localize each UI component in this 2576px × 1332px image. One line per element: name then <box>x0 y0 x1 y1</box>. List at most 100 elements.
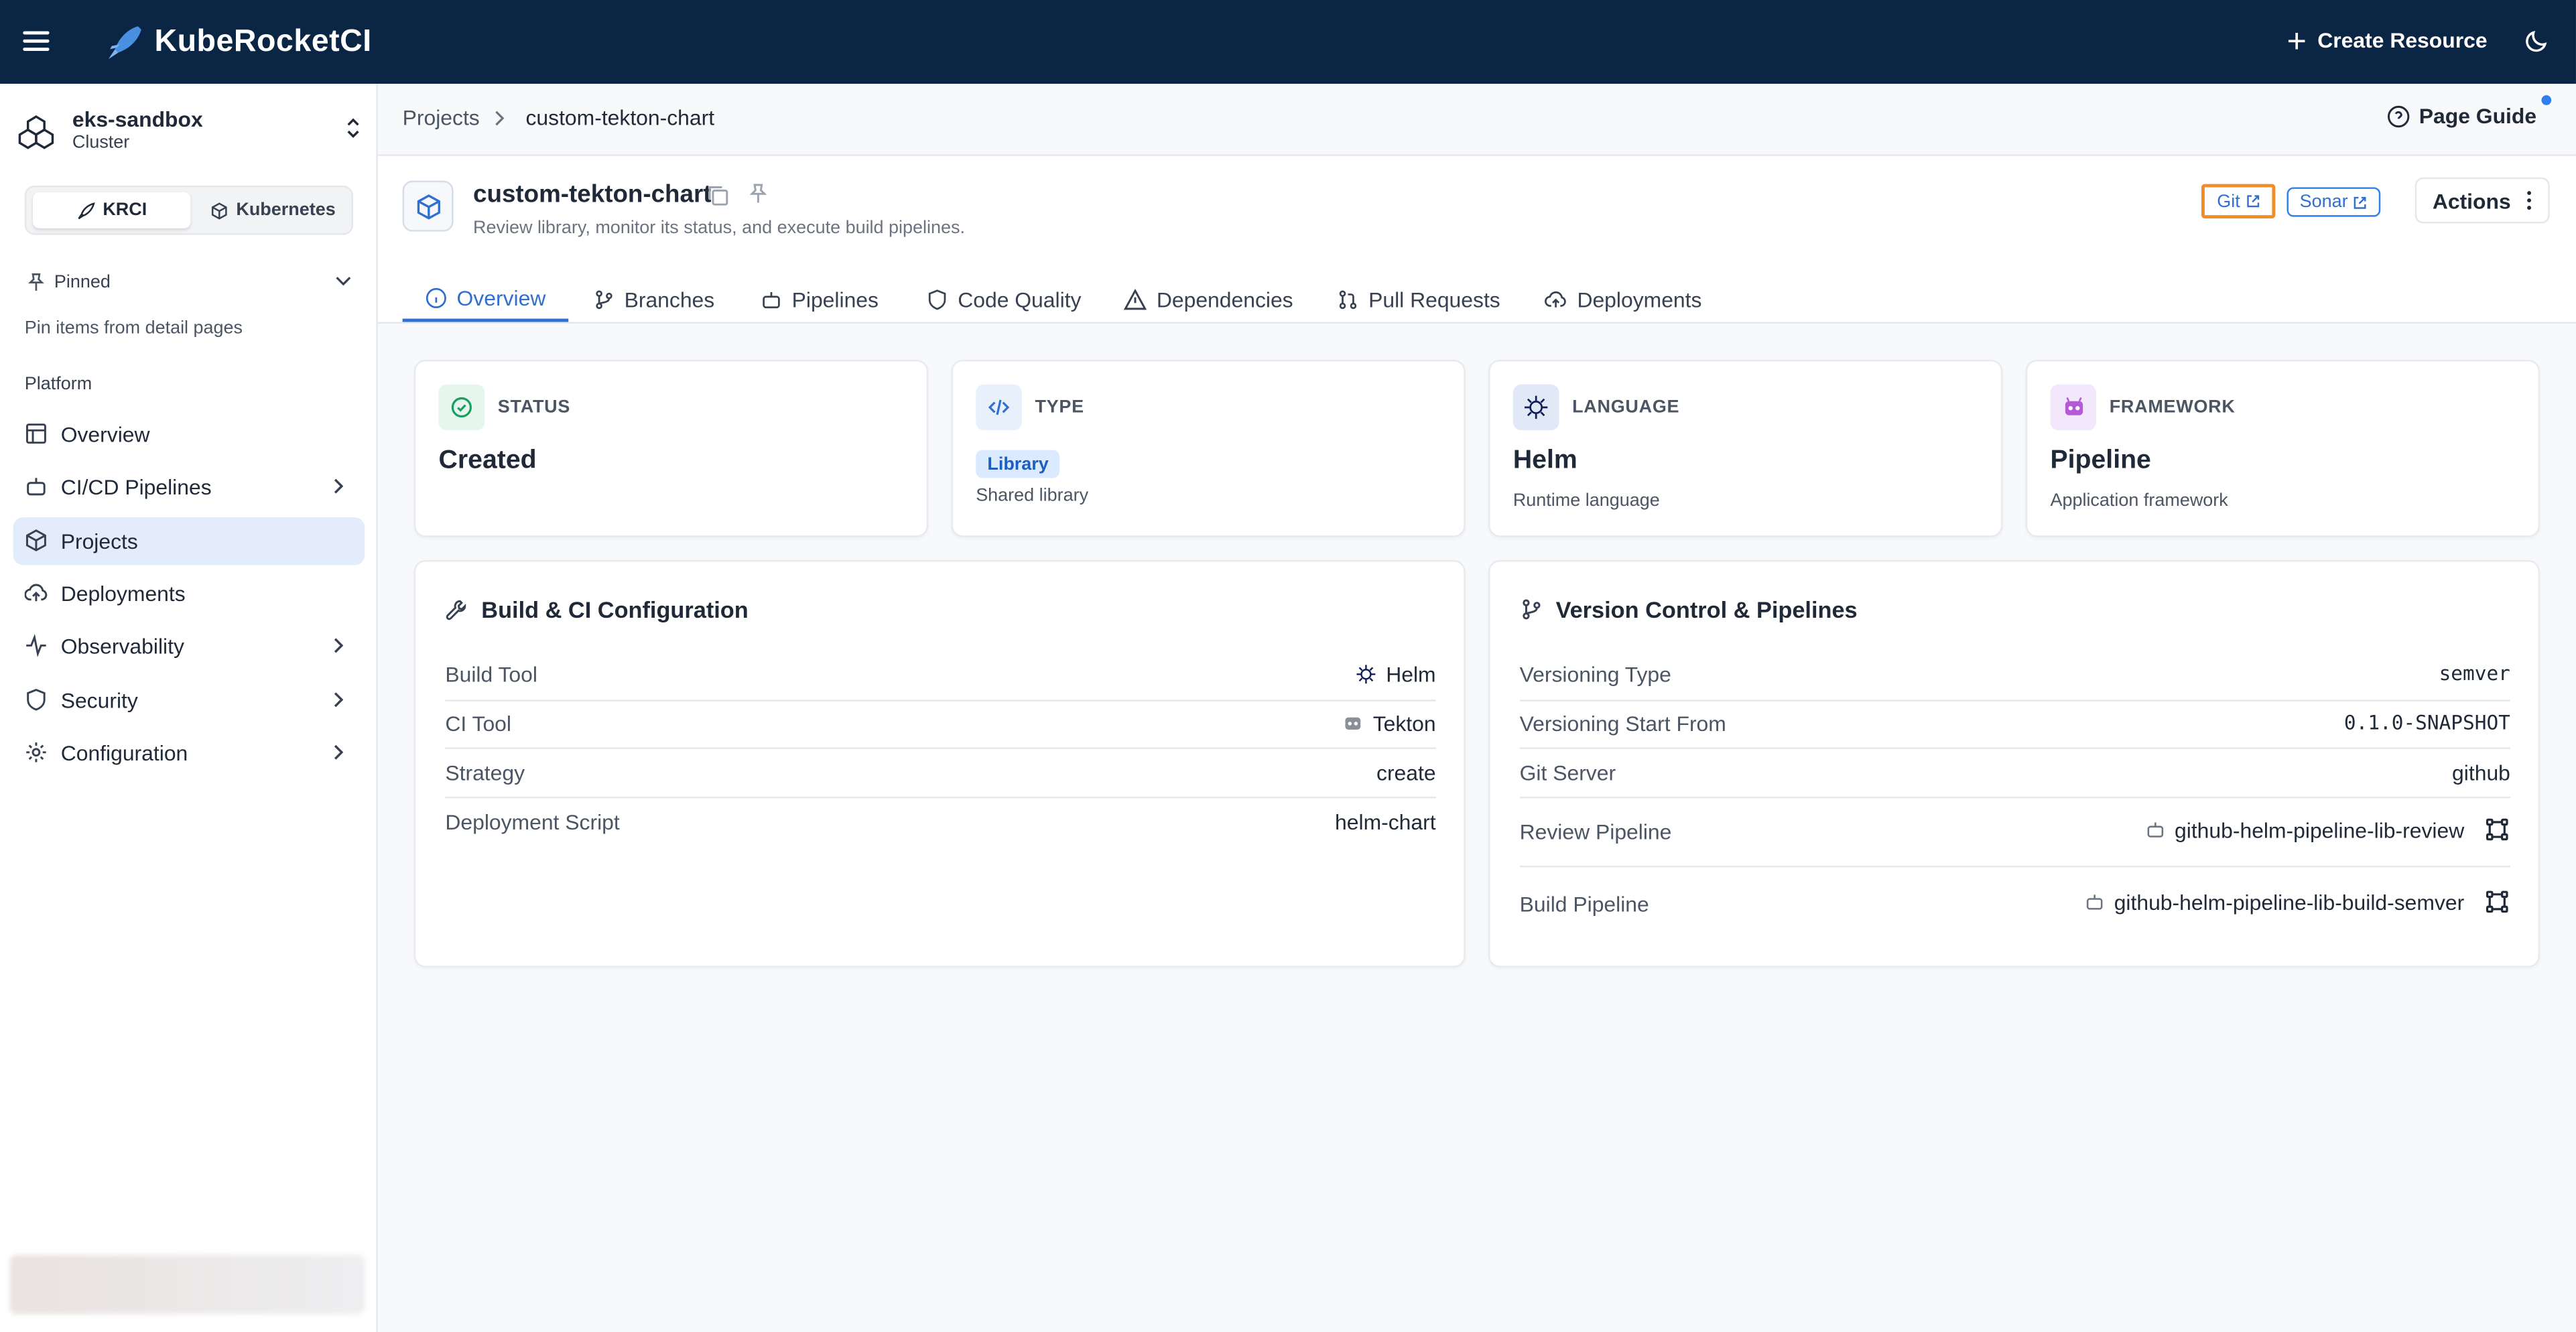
robot-icon <box>2146 822 2163 838</box>
type-icon-box <box>976 384 1022 431</box>
pipeline-run-icon[interactable] <box>2484 888 2510 915</box>
dark-mode-icon[interactable] <box>2525 28 2550 53</box>
vcs-row: Git Server github <box>1519 749 2510 799</box>
sidebar-item-configuration[interactable]: Configuration <box>13 729 365 777</box>
warning-triangle-icon <box>1123 288 1147 310</box>
chevron-right-icon <box>334 638 344 653</box>
build-row-key: Build Tool <box>445 661 537 687</box>
review-pipeline-link[interactable]: github-helm-pipeline-lib-review <box>2175 817 2464 842</box>
top-bar: KubeRocketCI Create Resource <box>0 0 2576 84</box>
tab-overview[interactable]: Overview <box>402 276 569 322</box>
tab-label: Pipelines <box>791 286 879 312</box>
git-server-value: github <box>2452 760 2510 785</box>
tab-deployments[interactable]: Deployments <box>1544 276 1701 322</box>
app-logo[interactable]: KubeRocketCI <box>105 23 372 62</box>
tab-label: Overview <box>456 285 546 310</box>
tab-pull-requests[interactable]: Pull Requests <box>1338 276 1500 322</box>
language-card: LANGUAGE Helm Runtime language <box>1488 359 2003 537</box>
page-guide-button[interactable]: Page Guide <box>2388 103 2536 128</box>
check-circle-icon <box>451 397 472 418</box>
versioning-start-value: 0.1.0-SNAPSHOT <box>2343 711 2510 734</box>
build-pipeline-value: github-helm-pipeline-lib-build-semver <box>2085 888 2510 915</box>
language-sub: Runtime language <box>1512 490 1660 511</box>
helm-icon <box>1524 395 1548 419</box>
sidebar-item-deployments[interactable]: Deployments <box>13 570 365 618</box>
kubernetes-tab[interactable]: Kubernetes <box>197 192 348 228</box>
build-pipeline-link[interactable]: github-helm-pipeline-lib-build-semver <box>2114 889 2465 914</box>
actions-button[interactable]: Actions <box>2414 177 2550 224</box>
build-row: Build Tool Helm <box>445 654 1436 702</box>
language-label: LANGUAGE <box>1572 397 1680 417</box>
external-link-icon <box>2246 195 2259 208</box>
cube-icon <box>211 202 227 219</box>
wrench-icon <box>446 600 466 620</box>
git-link-button[interactable]: Git <box>2201 184 2276 219</box>
pin-icon[interactable] <box>747 182 769 205</box>
tab-code-quality[interactable]: Code Quality <box>927 276 1081 322</box>
status-card: STATUS Created <box>413 359 929 537</box>
actions-label: Actions <box>2432 188 2511 213</box>
menu-icon[interactable] <box>23 28 50 54</box>
language-icon-box <box>1512 384 1559 431</box>
type-card: TYPE Library Shared library <box>951 359 1466 537</box>
breadcrumb: Projects custom-tekton-chart Page Guide <box>377 84 2576 156</box>
tab-dependencies[interactable]: Dependencies <box>1123 276 1293 322</box>
pinned-hint: Pin items from detail pages <box>24 318 243 339</box>
krci-tab[interactable]: KRCI <box>33 192 191 228</box>
pinned-section-toggle[interactable]: Pinned <box>26 273 355 292</box>
sidebar-item-observability[interactable]: Observability <box>13 622 365 670</box>
framework-sub: Application framework <box>2050 490 2228 511</box>
tab-pipelines[interactable]: Pipelines <box>761 276 879 322</box>
git-label: Git <box>2217 191 2240 212</box>
framework-icon-box <box>2050 384 2097 431</box>
sidebar-item-label: Projects <box>60 529 138 554</box>
version-control-title: Version Control & Pipelines <box>1520 596 1858 622</box>
tekton-icon <box>2064 396 2082 415</box>
sidebar-item-projects[interactable]: Projects <box>13 517 365 565</box>
page-guide-label: Page Guide <box>2419 103 2537 129</box>
pipeline-run-icon[interactable] <box>2484 816 2510 842</box>
breadcrumb-projects-link[interactable]: Projects <box>403 105 480 130</box>
cluster-selector[interactable]: eks-sandbox Cluster <box>17 107 365 159</box>
cloud-upload-icon <box>1545 290 1566 307</box>
mode-switcher: KRCI Kubernetes <box>24 186 354 235</box>
framework-value: Pipeline <box>2050 446 2151 475</box>
tab-branches[interactable]: Branches <box>593 276 714 322</box>
cloud-upload-icon <box>24 584 48 602</box>
sidebar-item-label: Configuration <box>60 740 188 766</box>
sidebar-item-label: Overview <box>60 422 150 447</box>
project-header: custom-tekton-chart Review library, moni… <box>377 155 2576 324</box>
version-control-card: Version Control & Pipelines Versioning T… <box>1488 559 2540 968</box>
rocket-logo-icon <box>108 26 141 60</box>
status-icon-box <box>438 384 485 431</box>
cube-icon <box>25 529 46 551</box>
sidebar-item-cicd-pipelines[interactable]: CI/CD Pipelines <box>13 463 365 511</box>
pin-icon <box>28 273 44 291</box>
sidebar-item-overview[interactable]: Overview <box>13 411 365 458</box>
vcs-row-key: Versioning Start From <box>1519 711 1726 736</box>
build-row: Strategy create <box>445 749 1436 799</box>
platform-heading: Platform <box>24 374 92 395</box>
vcs-row-key: Build Pipeline <box>1519 892 1649 917</box>
user-profile-blurred[interactable] <box>9 1254 365 1315</box>
sidebar-item-security[interactable]: Security <box>13 677 365 724</box>
chevron-right-icon <box>334 478 344 494</box>
copy-icon[interactable] <box>706 184 729 207</box>
breadcrumb-current: custom-tekton-chart <box>525 105 715 130</box>
type-sub: Shared library <box>976 486 1089 507</box>
app-title: KubeRocketCI <box>154 24 372 60</box>
version-control-title-text: Version Control & Pipelines <box>1555 596 1858 623</box>
review-pipeline-value: github-helm-pipeline-lib-review <box>2145 816 2510 842</box>
page-description: Review library, monitor its status, and … <box>473 218 965 239</box>
rocket-icon <box>77 201 94 219</box>
git-branch-icon <box>596 289 613 309</box>
sonar-link-button[interactable]: Sonar <box>2287 187 2381 217</box>
create-resource-button[interactable]: Create Resource <box>2287 28 2488 52</box>
tab-label: Pull Requests <box>1368 286 1500 312</box>
type-badge: Library <box>976 450 1060 478</box>
krci-label: KRCI <box>103 200 147 220</box>
shield-icon <box>928 289 946 310</box>
tab-label: Dependencies <box>1156 286 1293 312</box>
type-label: TYPE <box>1035 397 1084 417</box>
build-ci-card: Build & CI Configuration Build Tool Helm… <box>413 559 1466 968</box>
